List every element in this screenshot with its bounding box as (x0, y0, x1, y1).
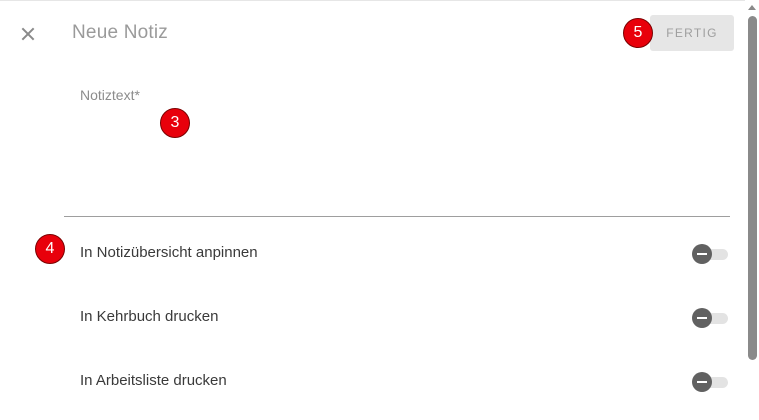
minus-icon (692, 308, 712, 328)
annotation-marker-note: 3 (160, 108, 190, 138)
scroll-up-icon[interactable] (748, 5, 756, 10)
close-icon[interactable] (14, 20, 42, 48)
minus-icon (692, 244, 712, 264)
note-text-underline (64, 216, 730, 217)
annotation-marker-done: 5 (623, 18, 653, 48)
toggle-label-kehrbuch: In Kehrbuch drucken (80, 308, 219, 325)
top-divider (0, 0, 745, 1)
done-button[interactable]: FERTIG (650, 15, 734, 51)
toggle-row-arbeitsliste[interactable]: In Arbeitsliste drucken (64, 361, 730, 401)
vertical-scrollbar[interactable] (745, 0, 759, 420)
toggle-row-pin[interactable]: In Notizübersicht anpinnen (64, 233, 730, 273)
dialog-title: Neue Notiz (72, 22, 168, 43)
note-text-field[interactable]: Notiztext* (64, 80, 730, 217)
toggle-row-kehrbuch[interactable]: In Kehrbuch drucken (64, 297, 730, 337)
kehrbuch-toggle-switch[interactable] (692, 307, 730, 329)
toggle-label-arbeitsliste: In Arbeitsliste drucken (80, 372, 227, 389)
scrollbar-thumb[interactable] (748, 16, 757, 360)
pin-toggle-switch[interactable] (692, 243, 730, 265)
minus-icon (692, 372, 712, 392)
annotation-marker-toggles: 4 (35, 234, 65, 264)
arbeitsliste-toggle-switch[interactable] (692, 371, 730, 393)
note-text-label: Notiztext* (80, 87, 140, 103)
toggle-label-pin: In Notizübersicht anpinnen (80, 244, 258, 261)
